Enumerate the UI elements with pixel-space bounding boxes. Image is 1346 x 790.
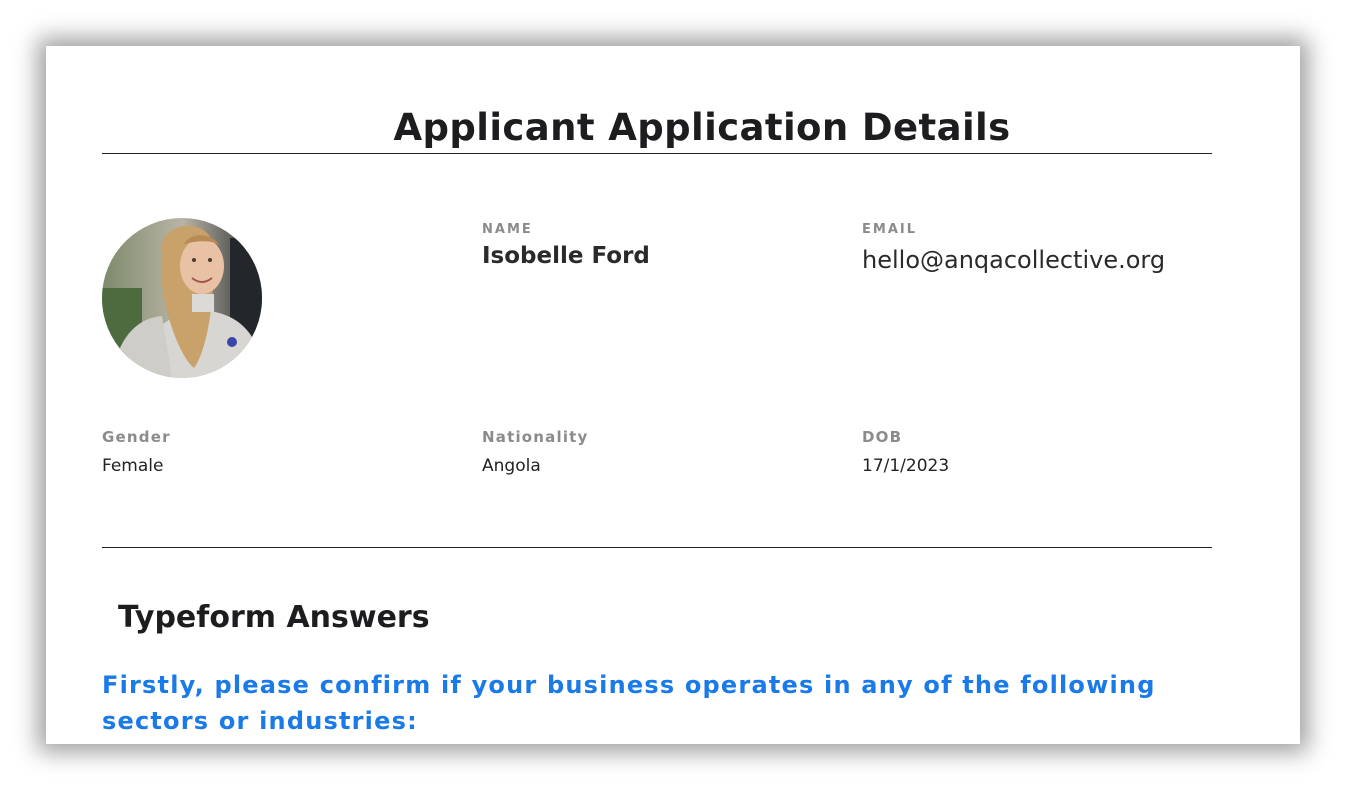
middle-divider: [102, 547, 1212, 548]
nationality-value: Angola: [482, 456, 541, 476]
nationality-label: Nationality: [482, 428, 589, 446]
dob-label: DOB: [862, 428, 903, 446]
details-card: Applicant Application Details NAME Isobe…: [46, 46, 1300, 744]
applicant-name: Isobelle Ford: [482, 243, 650, 269]
top-divider: [102, 153, 1212, 154]
email-label: EMAIL: [862, 222, 917, 237]
page-title: Applicant Application Details: [393, 106, 1011, 149]
gender-label: Gender: [102, 428, 171, 446]
avatar-photo: [102, 218, 262, 378]
gender-value: Female: [102, 456, 164, 476]
dob-value: 17/1/2023: [862, 456, 950, 476]
typeform-section-title: Typeform Answers: [118, 600, 430, 635]
typeform-question: Firstly, please confirm if your business…: [102, 671, 1156, 735]
applicant-email: hello@anqacollective.org: [862, 246, 1166, 274]
avatar: [102, 218, 262, 378]
name-label: NAME: [482, 222, 533, 237]
